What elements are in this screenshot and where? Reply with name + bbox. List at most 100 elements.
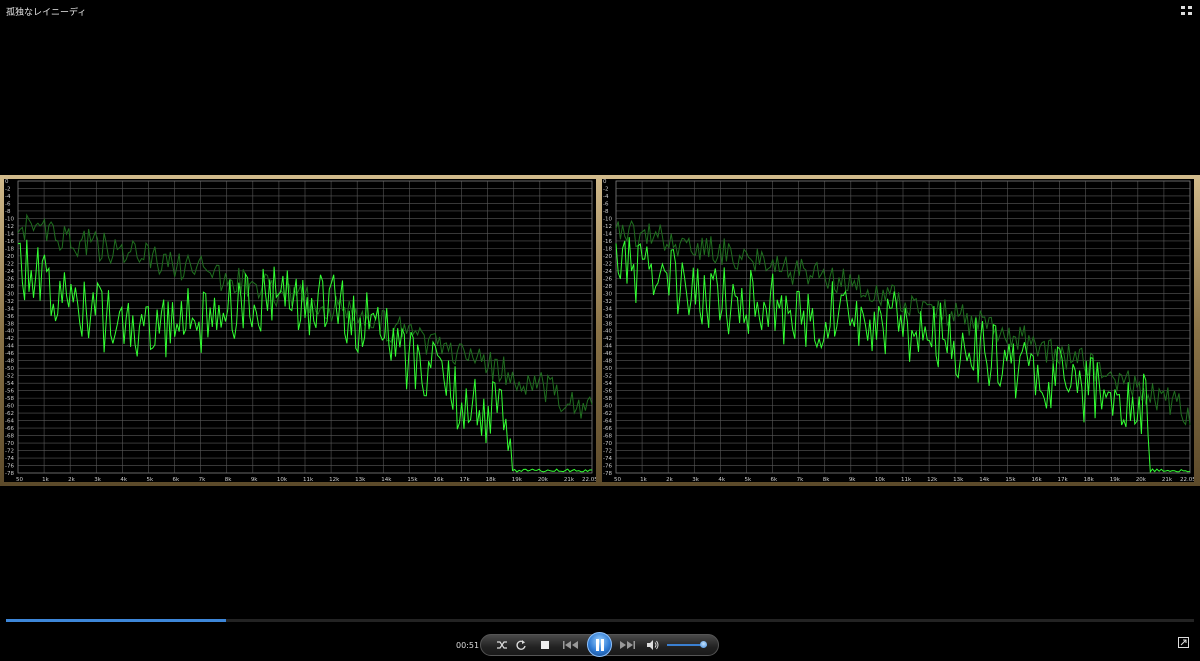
y-tick-label: 0 [603, 179, 607, 185]
y-tick-label: -12 [5, 224, 14, 230]
y-tick-label: -28 [603, 284, 612, 290]
y-tick-label: -74 [603, 456, 612, 462]
y-tick-label: -76 [5, 464, 14, 470]
y-tick-label: -30 [603, 291, 612, 297]
y-tick-label: -70 [5, 441, 14, 447]
y-tick-label: -18 [603, 246, 612, 252]
x-tick-label: 50 [16, 477, 23, 482]
shuffle-icon[interactable] [496, 639, 508, 651]
stop-icon[interactable] [540, 640, 550, 650]
x-tick-label: 16k [1031, 477, 1042, 482]
x-tick-label: 21k [564, 477, 575, 482]
y-tick-label: -78 [603, 471, 612, 477]
y-tick-label: -72 [5, 449, 14, 455]
y-tick-label: -70 [603, 441, 612, 447]
y-tick-label: -16 [5, 239, 14, 245]
y-tick-label: -56 [5, 389, 14, 395]
y-tick-label: -2 [603, 186, 608, 192]
y-tick-label: -46 [5, 351, 14, 357]
y-tick-label: -48 [603, 359, 612, 365]
y-tick-label: -58 [5, 396, 14, 402]
pause-icon[interactable] [587, 632, 612, 657]
y-tick-label: -8 [5, 209, 11, 215]
y-tick-label: -60 [603, 404, 612, 410]
y-tick-label: -16 [603, 239, 612, 245]
y-tick-label: -48 [5, 359, 14, 365]
y-tick-label: 0 [5, 179, 9, 185]
y-tick-label: -36 [5, 314, 14, 320]
x-tick-label: 7k [797, 477, 804, 482]
y-tick-label: -38 [603, 321, 612, 327]
x-tick-label: 3k [94, 477, 101, 482]
previous-icon[interactable] [560, 638, 582, 652]
y-tick-label: -34 [603, 306, 612, 312]
x-tick-label: 13k [355, 477, 366, 482]
spectrum-chart-left: 0-2-4-6-8-10-12-14-16-18-20-22-24-26-28-… [5, 179, 596, 482]
x-tick-label: 15k [407, 477, 418, 482]
x-tick-label: 16k [433, 477, 444, 482]
y-tick-label: -64 [603, 419, 612, 425]
y-tick-label: -66 [603, 426, 612, 432]
y-tick-label: -60 [5, 404, 14, 410]
next-icon[interactable] [616, 638, 638, 652]
y-tick-label: -20 [603, 254, 612, 260]
volume-icon[interactable] [646, 639, 660, 651]
y-tick-label: -14 [603, 231, 612, 237]
x-tick-label: 2k [666, 477, 673, 482]
y-tick-label: -44 [5, 344, 14, 350]
y-tick-label: -62 [5, 411, 14, 417]
spectrum-chart-right: 0-2-4-6-8-10-12-14-16-18-20-22-24-26-28-… [603, 179, 1194, 482]
y-tick-label: -54 [5, 381, 14, 387]
repeat-icon[interactable] [515, 639, 527, 651]
x-tick-label: 10k [875, 477, 886, 482]
x-tick-label: 22.05k [1180, 477, 1194, 482]
y-tick-label: -14 [5, 231, 14, 237]
x-tick-label: 2k [68, 477, 75, 482]
y-tick-label: -12 [603, 224, 612, 230]
y-tick-label: -8 [603, 209, 609, 215]
window-title: 孤独なレイニーディ [6, 8, 87, 18]
seek-bar[interactable] [6, 619, 1194, 622]
y-tick-label: -38 [5, 321, 14, 327]
y-tick-label: -64 [5, 419, 14, 425]
y-tick-label: -4 [603, 194, 609, 200]
x-tick-label: 1k [42, 477, 49, 482]
y-tick-label: -52 [5, 374, 14, 380]
y-tick-label: -18 [5, 246, 14, 252]
spectrum-panel-right: 0 -2 -4 -6 -8 -10 -12 -14 -16 -18 -20 -22 -24 -26 -28-… [602, 179, 1194, 482]
y-tick-label: -34 [5, 306, 14, 312]
y-tick-label: -68 [5, 434, 14, 440]
y-tick-label: -40 [603, 329, 612, 335]
x-tick-label: 12k [927, 477, 938, 482]
x-tick-label: 11k [901, 477, 912, 482]
y-tick-label: -66 [5, 426, 14, 432]
x-tick-label: 17k [1058, 477, 1069, 482]
x-tick-label: 14k [979, 477, 990, 482]
y-tick-label: -62 [603, 411, 612, 417]
y-tick-label: -30 [5, 291, 14, 297]
x-tick-label: 4k [718, 477, 725, 482]
y-tick-label: -24 [5, 269, 14, 275]
x-tick-label: 8k [225, 477, 232, 482]
spectrum-panel-left: 0 -2 -4 -6 -8 -10 -12 -14 -16 -18 -20 -22 -24 -26 -28-… [4, 179, 596, 482]
x-tick-label: 10k [277, 477, 288, 482]
x-tick-label: 4k [120, 477, 127, 482]
y-tick-label: -68 [603, 434, 612, 440]
y-tick-label: -22 [5, 261, 14, 267]
y-tick-label: -6 [603, 201, 609, 207]
y-tick-label: -76 [603, 464, 612, 470]
y-tick-label: -22 [603, 261, 612, 267]
y-tick-label: -26 [603, 276, 612, 282]
y-tick-label: -44 [603, 344, 612, 350]
x-tick-label: 19k [1110, 477, 1121, 482]
elapsed-time: 00:51 [456, 641, 480, 650]
y-tick-label: -32 [5, 299, 14, 305]
y-tick-label: -2 [5, 186, 10, 192]
y-tick-label: -58 [603, 396, 612, 402]
y-tick-label: -74 [5, 456, 14, 462]
fullscreen-icon[interactable] [1178, 633, 1189, 648]
volume-slider-thumb[interactable] [700, 641, 707, 648]
grid-icon[interactable] [1181, 6, 1193, 16]
x-tick-label: 13k [953, 477, 964, 482]
x-tick-label: 12k [329, 477, 340, 482]
